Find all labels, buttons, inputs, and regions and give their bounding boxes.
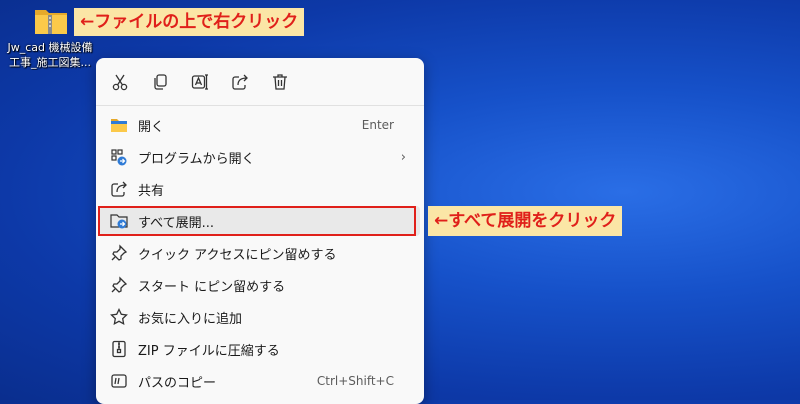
menu-item-pin-quick-access[interactable]: クイック アクセスにピン留めする	[100, 238, 420, 268]
copy-button[interactable]	[148, 70, 172, 94]
menu-item-copy-path[interactable]: パスのコピー Ctrl+Shift+C	[100, 366, 420, 396]
rename-button[interactable]	[188, 70, 212, 94]
zip-icon	[108, 338, 130, 360]
menu-item-label: 開く	[138, 119, 165, 135]
delete-button[interactable]	[268, 70, 292, 94]
menu-item-shortcut: Enter	[361, 118, 394, 132]
copy-icon	[154, 74, 167, 90]
menu-item-add-favorites[interactable]: お気に入りに追加	[100, 302, 420, 332]
extract-all-highlight-box	[98, 206, 416, 236]
context-toolbar	[96, 58, 424, 106]
menu-item-label: ZIP ファイルに圧縮する	[138, 343, 280, 359]
menu-item-open-with[interactable]: プログラムから開く ›	[100, 142, 420, 172]
cut-button[interactable]	[108, 70, 132, 94]
star-icon	[108, 306, 130, 328]
folder-open-icon	[108, 114, 130, 136]
menu-item-label: お気に入りに追加	[138, 311, 243, 327]
menu-item-label: スタート にピン留めする	[138, 279, 286, 295]
menu-item-open[interactable]: 開く Enter	[100, 110, 420, 140]
callout-right-click: ←ファイルの上で右クリック	[74, 8, 305, 36]
rename-icon	[191, 74, 208, 90]
cut-icon	[112, 74, 128, 91]
copy-path-icon	[108, 370, 130, 392]
menu-item-label: クイック アクセスにピン留めする	[138, 247, 337, 263]
share-icon	[108, 178, 130, 200]
zip-folder-icon	[35, 10, 67, 34]
label-line-1: Jw_cad 機械設備	[7, 41, 93, 54]
share-button[interactable]	[228, 70, 252, 94]
share-icon	[232, 74, 248, 90]
label-line-2: 工事_施工図集...	[9, 56, 91, 69]
menu-item-label: 共有	[138, 183, 165, 199]
menu-item-compress-zip[interactable]: ZIP ファイルに圧縮する	[100, 334, 420, 364]
menu-item-pin-start[interactable]: スタート にピン留めする	[100, 270, 420, 300]
toolbar-divider	[96, 105, 424, 106]
menu-item-share[interactable]: 共有	[100, 174, 420, 204]
pin-icon	[108, 242, 130, 264]
open-with-icon	[108, 146, 130, 168]
delete-icon	[273, 74, 287, 90]
pin-icon	[108, 274, 130, 296]
callout-extract-all: ←すべて展開をクリック	[428, 206, 623, 236]
desktop-icon-label: Jw_cad 機械設備 工事_施工図集...	[4, 40, 96, 70]
chevron-right-icon: ›	[400, 149, 406, 165]
menu-item-label: パスのコピー	[138, 375, 217, 391]
menu-item-label: プログラムから開く	[138, 151, 255, 167]
menu-item-shortcut: Ctrl+Shift+C	[316, 374, 394, 388]
